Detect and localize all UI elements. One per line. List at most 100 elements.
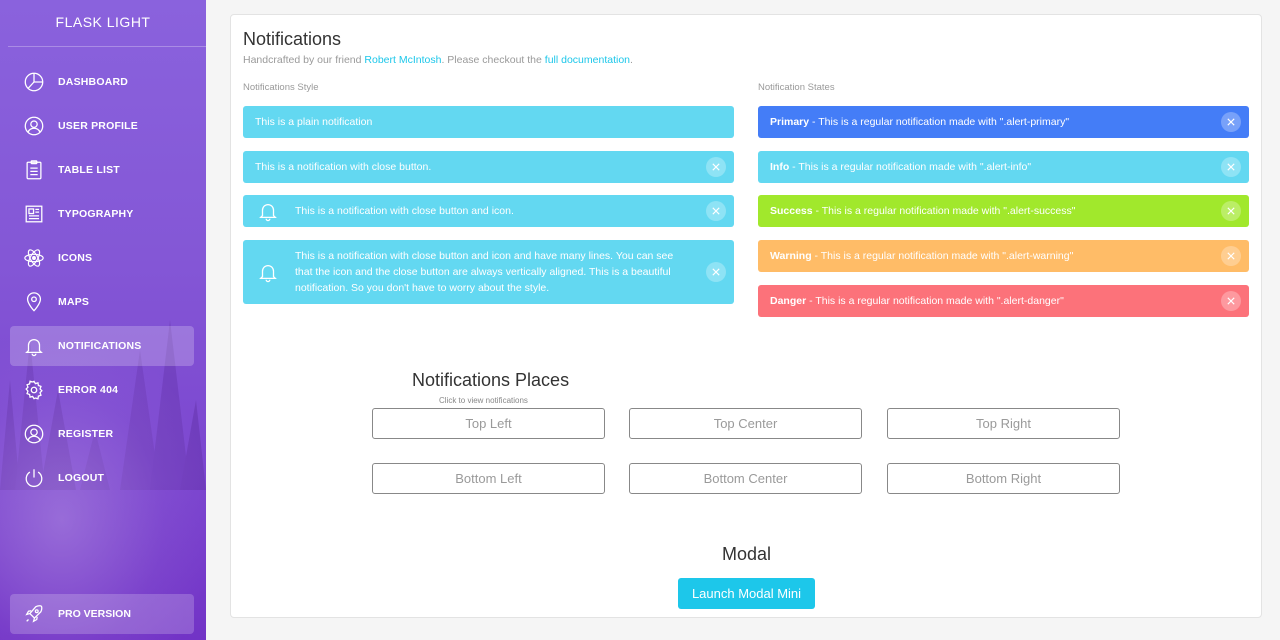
sidebar-item-label: ERROR 404: [58, 384, 119, 396]
sidebar-nav: DASHBOARD USER PROFILE TABLE LIST TYPOGR…: [10, 62, 194, 502]
notifications-card: Notifications Handcrafted by our friend …: [230, 14, 1262, 618]
sidebar-item-typography[interactable]: TYPOGRAPHY: [10, 194, 194, 234]
close-button[interactable]: [706, 262, 726, 282]
close-icon: [1227, 252, 1235, 260]
gear-icon: [22, 378, 46, 402]
pro-version-label: PRO VERSION: [58, 608, 131, 620]
page-title: Notifications: [243, 29, 342, 49]
modal-title: Modal: [722, 544, 772, 564]
close-button[interactable]: [706, 157, 726, 177]
close-icon: [1227, 297, 1235, 305]
pin-icon: [22, 290, 46, 314]
close-button[interactable]: [1221, 246, 1241, 266]
close-icon: [712, 207, 720, 215]
atom-icon: [22, 246, 46, 270]
brand-logo[interactable]: FLASK LIGHT: [0, 0, 206, 46]
sidebar-item-label: ICONS: [58, 252, 93, 264]
danger-notification: Danger - This is a regular notification …: [758, 285, 1249, 317]
sidebar-item-dashboard[interactable]: DASHBOARD: [10, 62, 194, 102]
close-icon: [1227, 163, 1235, 171]
sidebar-item-register[interactable]: REGISTER: [10, 414, 194, 454]
sidebar: FLASK LIGHT DASHBOARD USER PROFILE TABLE…: [0, 0, 206, 640]
bottom-left-button[interactable]: Bottom Left: [372, 463, 605, 494]
close-icon: [1227, 118, 1235, 126]
notification-text: Danger - This is a regular notification …: [758, 293, 1064, 309]
state-label: Primary: [770, 116, 810, 128]
places-hint: Click to view notifications: [439, 396, 528, 405]
notification-with-close-and-icon: This is a notification with close button…: [243, 195, 734, 227]
sidebar-item-label: LOGOUT: [58, 472, 105, 484]
state-text: - This is a regular notification made wi…: [809, 116, 1070, 128]
sidebar-item-label: NOTIFICATIONS: [58, 340, 142, 352]
notification-text: This is a plain notification: [255, 116, 373, 128]
clipboard-icon: [22, 158, 46, 182]
launch-modal-button[interactable]: Launch Modal Mini: [678, 578, 815, 609]
close-icon: [712, 163, 720, 171]
state-text: - This is a regular notification made wi…: [789, 161, 1032, 173]
pie-chart-icon: [22, 70, 46, 94]
state-label: Danger: [770, 295, 807, 307]
bell-icon: [22, 334, 46, 358]
notification-text: This is a notification with close button…: [295, 205, 514, 217]
notification-text: This is a notification with close button…: [295, 250, 674, 294]
state-label: Success: [770, 205, 813, 217]
subtitle-suffix: .: [630, 54, 633, 66]
notification-text: Info - This is a regular notification ma…: [758, 159, 1031, 175]
sidebar-item-label: TYPOGRAPHY: [58, 208, 134, 220]
sidebar-item-label: DASHBOARD: [58, 76, 129, 88]
bottom-right-button[interactable]: Bottom Right: [887, 463, 1120, 494]
close-icon: [1227, 207, 1235, 215]
notification-text: Success - This is a regular notification…: [758, 203, 1076, 219]
author-link[interactable]: Robert McIntosh: [364, 54, 441, 66]
sidebar-item-user-profile[interactable]: USER PROFILE: [10, 106, 194, 146]
close-icon: [712, 268, 720, 276]
bell-icon: [259, 265, 277, 283]
state-label: Warning: [770, 250, 812, 262]
user-icon: [22, 114, 46, 138]
subtitle-prefix: Handcrafted by our friend: [243, 54, 365, 66]
rocket-icon: [22, 602, 46, 626]
notification-text: Primary - This is a regular notification…: [758, 114, 1069, 130]
top-right-button[interactable]: Top Right: [887, 408, 1120, 439]
warning-notification: Warning - This is a regular notification…: [758, 240, 1249, 272]
notification-with-close: This is a notification with close button…: [243, 151, 734, 183]
user-icon: [22, 422, 46, 446]
state-label: Info: [770, 161, 790, 173]
bottom-center-button[interactable]: Bottom Center: [629, 463, 862, 494]
docs-link[interactable]: full documentation: [545, 54, 630, 66]
close-button[interactable]: [1221, 157, 1241, 177]
top-center-button[interactable]: Top Center: [629, 408, 862, 439]
sidebar-item-icons[interactable]: ICONS: [10, 238, 194, 278]
sidebar-item-label: USER PROFILE: [58, 120, 138, 132]
bell-icon: [259, 204, 277, 222]
states-heading: Notification States: [758, 82, 835, 93]
close-button[interactable]: [1221, 201, 1241, 221]
multiline-notification: This is a notification with close button…: [243, 240, 734, 304]
close-button[interactable]: [706, 201, 726, 221]
pro-version-button[interactable]: PRO VERSION: [10, 594, 194, 634]
sidebar-item-table-list[interactable]: TABLE LIST: [10, 150, 194, 190]
styles-heading: Notifications Style: [243, 82, 319, 93]
subtitle-middle: . Please checkout the: [441, 54, 545, 66]
state-text: - This is a regular notification made wi…: [811, 250, 1074, 262]
info-notification: Info - This is a regular notification ma…: [758, 151, 1249, 183]
close-button[interactable]: [1221, 112, 1241, 132]
notification-text: Warning - This is a regular notification…: [758, 248, 1073, 264]
sidebar-item-label: TABLE LIST: [58, 164, 120, 176]
places-title: Notifications Places: [412, 370, 570, 390]
sidebar-item-notifications[interactable]: NOTIFICATIONS: [10, 326, 194, 366]
notification-text: This is a notification with close button…: [255, 161, 432, 173]
sidebar-item-logout[interactable]: LOGOUT: [10, 458, 194, 498]
primary-notification: Primary - This is a regular notification…: [758, 106, 1249, 138]
sidebar-item-label: REGISTER: [58, 428, 114, 440]
top-left-button[interactable]: Top Left: [372, 408, 605, 439]
plain-notification: This is a plain notification: [243, 106, 734, 138]
card-subtitle: Handcrafted by our friend Robert McIntos…: [243, 54, 633, 66]
success-notification: Success - This is a regular notification…: [758, 195, 1249, 227]
sidebar-item-error-404[interactable]: ERROR 404: [10, 370, 194, 410]
state-text: - This is a regular notification made wi…: [812, 205, 1076, 217]
sidebar-item-maps[interactable]: MAPS: [10, 282, 194, 322]
close-button[interactable]: [1221, 291, 1241, 311]
power-icon: [22, 466, 46, 490]
state-text: - This is a regular notification made wi…: [806, 295, 1064, 307]
